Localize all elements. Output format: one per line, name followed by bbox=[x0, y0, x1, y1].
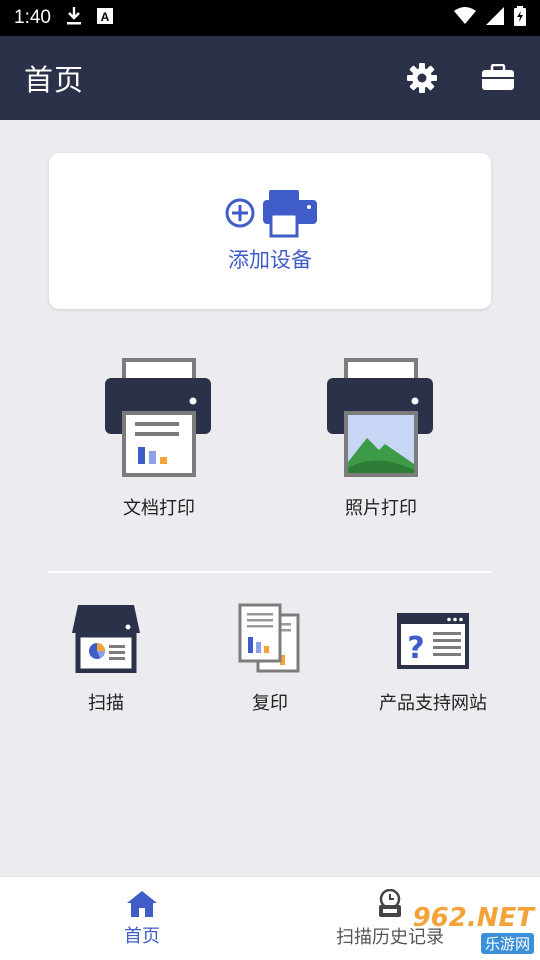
watermark-top: 962.NET bbox=[412, 902, 534, 933]
signal-icon bbox=[486, 7, 504, 29]
nav-home[interactable]: 首页 bbox=[92, 877, 192, 960]
add-device-card[interactable]: 添加设备 bbox=[49, 153, 491, 309]
scan-history-icon bbox=[379, 889, 401, 917]
battery-icon bbox=[514, 6, 526, 30]
support-website-label: 产品支持网站 bbox=[379, 693, 487, 714]
photo-print-tile[interactable]: 照片打印 bbox=[321, 358, 441, 520]
section-divider bbox=[48, 571, 492, 573]
add-device-label: 添加设备 bbox=[228, 248, 312, 272]
copy-label: 复印 bbox=[252, 693, 288, 714]
wifi-icon bbox=[454, 7, 476, 29]
scan-icon bbox=[72, 605, 140, 673]
status-bar: 1:40 A bbox=[0, 0, 540, 36]
settings-button[interactable] bbox=[404, 60, 440, 96]
copy-tile[interactable]: 复印 bbox=[220, 603, 320, 715]
document-print-label: 文档打印 bbox=[123, 498, 195, 519]
toolbox-icon bbox=[482, 64, 514, 90]
watermark-bottom: 乐游网 bbox=[480, 932, 534, 954]
nav-home-label: 首页 bbox=[124, 926, 160, 947]
add-printer-icon bbox=[225, 190, 317, 238]
support-website-tile[interactable]: ? 产品支持网站 bbox=[370, 603, 496, 715]
photo-print-icon bbox=[327, 358, 433, 477]
app-bar: 首页 bbox=[0, 36, 540, 120]
settings-icon bbox=[407, 63, 437, 93]
bottom-navigation: 首页 扫描历史记录 962.NET 乐游网 bbox=[0, 876, 540, 960]
toolbox-button[interactable] bbox=[480, 60, 516, 96]
download-icon bbox=[65, 6, 83, 30]
watermark-logo: 962.NET 乐游网 bbox=[404, 902, 534, 956]
support-website-icon: ? bbox=[397, 613, 469, 669]
a-icon: A bbox=[96, 8, 113, 28]
svg-text:?: ? bbox=[407, 631, 424, 666]
photo-print-label: 照片打印 bbox=[345, 498, 417, 519]
scan-label: 扫描 bbox=[88, 693, 124, 714]
status-time: 1:40 bbox=[14, 7, 51, 28]
scan-tile[interactable]: 扫描 bbox=[56, 603, 156, 715]
home-icon bbox=[127, 891, 157, 917]
document-print-icon bbox=[105, 358, 211, 477]
document-print-tile[interactable]: 文档打印 bbox=[99, 358, 219, 520]
copy-icon bbox=[238, 603, 300, 673]
page-title: 首页 bbox=[24, 63, 85, 97]
svg-text:A: A bbox=[101, 10, 110, 24]
